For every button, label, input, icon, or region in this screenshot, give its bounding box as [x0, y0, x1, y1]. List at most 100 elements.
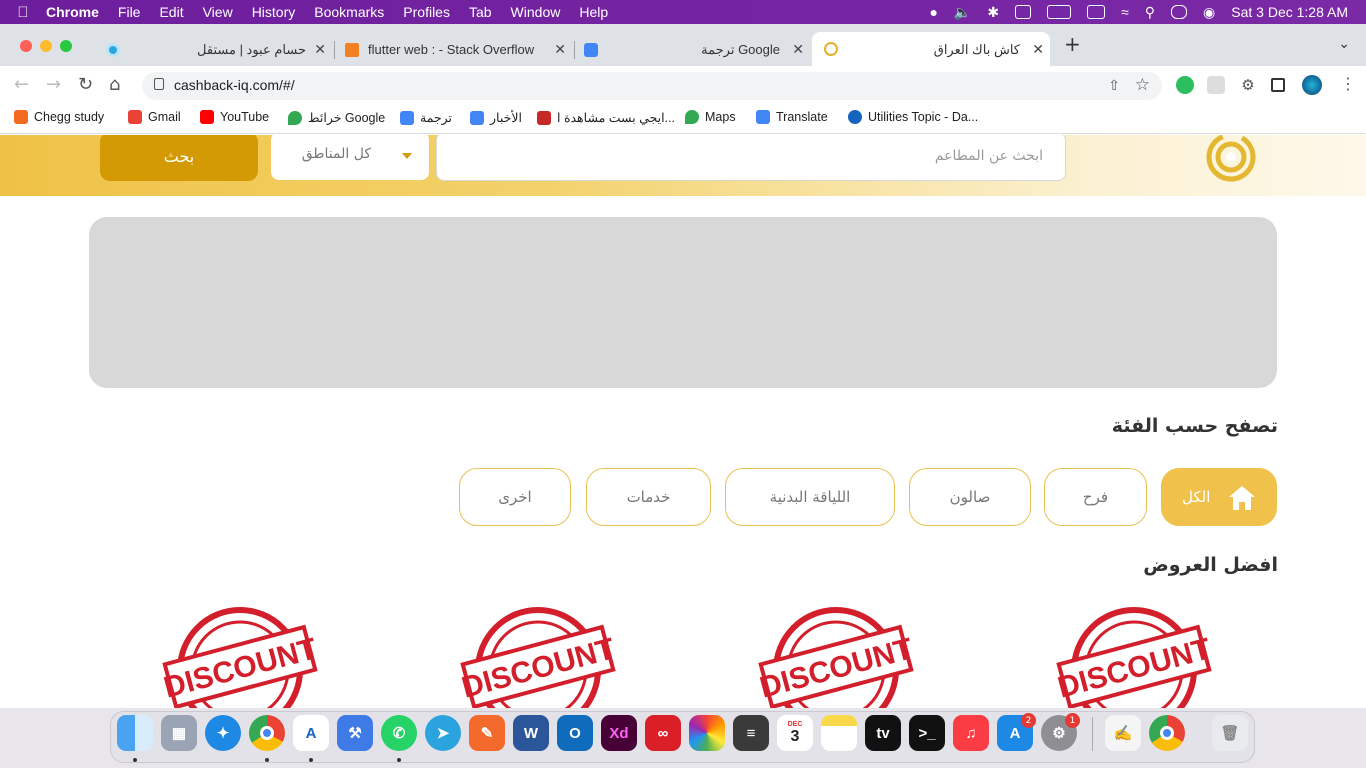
sketch-pen-icon[interactable]: ✎ — [469, 715, 505, 751]
bookmark-youtube[interactable]: YouTube — [200, 110, 269, 124]
apple-tv-icon[interactable]: tv — [865, 715, 901, 751]
menu-view[interactable]: View — [203, 4, 233, 20]
android-studio-icon[interactable]: A — [293, 715, 329, 751]
bookmark-news[interactable]: الأخبار — [470, 110, 522, 125]
evernote-extension-icon[interactable] — [1176, 76, 1194, 94]
menu-window[interactable]: Window — [511, 4, 561, 20]
notes-icon[interactable] — [821, 715, 857, 751]
category-chip-wedding[interactable]: فرح — [1044, 468, 1147, 526]
cashback-logo-icon[interactable] — [1200, 135, 1262, 185]
category-chip-salon[interactable]: صالون — [909, 468, 1031, 526]
chrome-menu-icon[interactable]: ⋮ — [1340, 74, 1356, 93]
control-center-icon[interactable] — [1171, 5, 1188, 19]
discount-stamp-image[interactable]: DISCOUNT — [756, 605, 916, 708]
finder-icon[interactable] — [117, 715, 153, 751]
siri-icon[interactable]: ◉ — [1203, 4, 1215, 21]
screen-mirroring-icon[interactable] — [1087, 5, 1106, 19]
menu-app-name[interactable]: Chrome — [46, 4, 99, 20]
close-tab-icon[interactable]: ✕ — [1032, 41, 1044, 58]
bookmark-star-icon[interactable]: ☆ — [1135, 75, 1150, 95]
safari-icon[interactable]: ✦ — [205, 715, 241, 751]
close-tab-icon[interactable]: ✕ — [314, 41, 326, 58]
outlook-icon[interactable]: O — [557, 715, 593, 751]
adobe-xd-icon[interactable]: Xd — [601, 715, 637, 751]
region-dropdown[interactable]: كل المناطق — [271, 135, 429, 180]
extension-icon[interactable] — [1207, 76, 1225, 94]
bookmark-google-maps-ar[interactable]: خرائط Google — [288, 110, 385, 125]
tab-cashback-active[interactable]: كاش باك العراق ✕ — [812, 32, 1050, 66]
terminal-icon[interactable]: >_ — [909, 715, 945, 751]
zoom-window-button[interactable] — [60, 40, 72, 52]
minimize-window-button[interactable] — [40, 40, 52, 52]
reload-icon[interactable]: ↻ — [78, 74, 93, 95]
trash-icon[interactable]: 🗑 — [1212, 715, 1248, 751]
back-arrow-icon[interactable]: ← — [14, 74, 29, 95]
telegram-icon[interactable]: ➤ — [425, 715, 461, 751]
menu-bookmarks[interactable]: Bookmarks — [314, 4, 384, 20]
menu-file[interactable]: File — [118, 4, 141, 20]
puzzle-extensions-icon[interactable]: ⚙ — [1239, 76, 1257, 94]
bookmark-maps[interactable]: Maps — [685, 110, 736, 124]
promo-banner-placeholder[interactable] — [89, 217, 1277, 388]
music-icon[interactable]: ♫ — [953, 715, 989, 751]
app-store-badge: 2 — [1021, 713, 1036, 728]
wifi-icon[interactable]: ≈ — [1121, 4, 1129, 20]
search-button[interactable]: بحث — [100, 135, 258, 181]
bookmark-utilities-topic[interactable]: Utilities Topic - Da... — [848, 110, 978, 124]
close-window-button[interactable] — [20, 40, 32, 52]
share-icon[interactable]: ⇧ — [1108, 77, 1120, 94]
bookmark-gmail[interactable]: Gmail — [128, 110, 181, 124]
input-source-icon[interactable] — [1015, 5, 1032, 19]
lock-icon[interactable] — [154, 78, 164, 90]
bookmarks-bar: Chegg study Gmail YouTube خرائط Google ت… — [0, 104, 1366, 134]
discount-stamp-image[interactable]: DISCOUNT — [160, 605, 320, 708]
bookmark-egybest[interactable]: ايجي بست مشاهدة ا... — [537, 110, 675, 125]
address-bar[interactable]: cashback-iq.com/#/ ⇧ ☆ — [142, 72, 1162, 100]
discount-stamp-image[interactable]: DISCOUNT — [1054, 605, 1214, 708]
xcode-icon[interactable]: ⚒ — [337, 715, 373, 751]
side-panel-icon[interactable] — [1271, 78, 1285, 92]
discount-stamp-image[interactable]: DISCOUNT — [458, 605, 618, 708]
url-text[interactable]: cashback-iq.com/#/ — [174, 77, 295, 93]
tab-stackoverflow[interactable]: flutter web : - Stack Overflow ✕ — [340, 32, 572, 66]
creative-cloud-icon[interactable]: ● — [929, 4, 937, 20]
menu-edit[interactable]: Edit — [159, 4, 183, 20]
battery-icon[interactable] — [1047, 5, 1072, 19]
tab-search-chevron-icon[interactable]: ⌄ — [1338, 36, 1350, 52]
close-tab-icon[interactable]: ✕ — [554, 41, 566, 58]
menubar-clock[interactable]: Sat 3 Dec 1:28 AM — [1231, 4, 1348, 20]
creative-cloud-dock-icon[interactable]: ∞ — [645, 715, 681, 751]
chrome-recent-icon[interactable] — [1149, 715, 1185, 751]
bookmark-translate[interactable]: Translate — [756, 110, 828, 124]
bookmark-chegg[interactable]: Chegg study — [14, 110, 104, 124]
profile-avatar[interactable] — [1302, 75, 1322, 95]
chrome-dock-icon[interactable] — [249, 715, 285, 751]
category-chip-all[interactable]: الكل — [1161, 468, 1277, 526]
photos-icon[interactable] — [689, 715, 725, 751]
textedit-icon[interactable]: ✍ — [1105, 715, 1141, 751]
bookmark-translate-ar[interactable]: ترجمة — [400, 110, 452, 125]
whatsapp-icon[interactable]: ✆ — [381, 715, 417, 751]
home-icon[interactable]: ⌂ — [109, 74, 120, 95]
tab-mostaql[interactable]: حسام عبود | مستقل ✕ — [100, 32, 332, 66]
calculator-icon[interactable]: ≡ — [733, 715, 769, 751]
tab-google-translate[interactable]: ترجمة Google ✕ — [578, 32, 810, 66]
category-chip-fitness[interactable]: اللياقة البدنية — [725, 468, 895, 526]
forward-arrow-icon[interactable]: → — [46, 74, 61, 95]
apple-icon[interactable]:  — [0, 4, 46, 21]
menu-history[interactable]: History — [252, 4, 296, 20]
restaurant-search-input[interactable]: ابحث عن المطاعم — [436, 135, 1066, 181]
word-icon[interactable]: W — [513, 715, 549, 751]
menu-tab[interactable]: Tab — [469, 4, 492, 20]
category-chip-other[interactable]: اخرى — [459, 468, 571, 526]
launchpad-icon[interactable]: ▦ — [161, 715, 197, 751]
menu-profiles[interactable]: Profiles — [403, 4, 450, 20]
new-tab-icon[interactable]: + — [1064, 32, 1081, 56]
bluetooth-icon[interactable]: ✱ — [987, 4, 999, 21]
category-chip-services[interactable]: خدمات — [586, 468, 711, 526]
spotlight-search-icon[interactable]: ⚲ — [1145, 4, 1155, 21]
menu-help[interactable]: Help — [579, 4, 608, 20]
volume-icon[interactable]: 🔈 — [954, 4, 971, 21]
close-tab-icon[interactable]: ✕ — [792, 41, 804, 58]
calendar-icon[interactable]: DEC 3 — [777, 715, 813, 751]
